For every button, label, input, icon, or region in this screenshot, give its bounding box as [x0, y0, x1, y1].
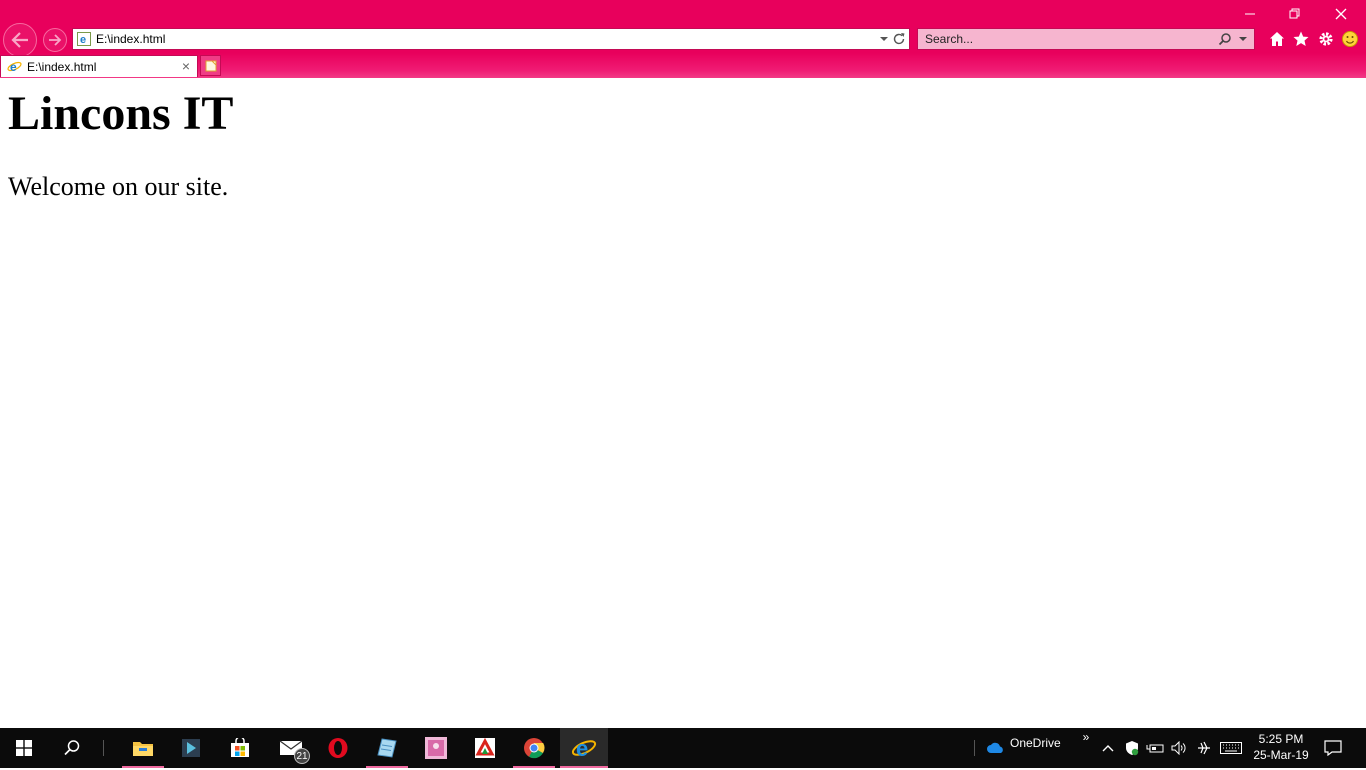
battery-icon [1146, 744, 1164, 753]
chevron-up-icon [1102, 745, 1114, 752]
mail-unread-badge: 21 [294, 748, 310, 764]
internet-explorer-icon: e [7, 60, 22, 74]
taskbar-app-notepad[interactable] [366, 728, 408, 768]
tab-close-button[interactable]: × [179, 59, 193, 73]
clock-date: 25-Mar-19 [1253, 748, 1309, 762]
refresh-icon[interactable] [892, 32, 906, 46]
settings-gear-icon[interactable] [1317, 30, 1335, 48]
page-heading: Lincons IT [8, 87, 234, 140]
action-center-button[interactable] [1318, 728, 1348, 768]
wps-icon [475, 737, 495, 758]
photo-app-icon [425, 737, 447, 759]
restore-button[interactable] [1272, 0, 1318, 28]
windows-taskbar: 21 e OneDrive » 5:25 PM 25-Mar-19 [0, 728, 1366, 768]
new-tab-icon [205, 60, 216, 71]
address-text[interactable]: E:\index.html [96, 31, 165, 47]
restore-icon [1289, 8, 1300, 19]
onedrive-tray-button[interactable]: OneDrive [986, 728, 1064, 768]
taskbar-separator [103, 740, 104, 756]
tab-title: E:\index.html [27, 60, 97, 74]
close-window-button[interactable] [1318, 0, 1364, 28]
battery-tray-button[interactable] [1145, 728, 1165, 768]
tab-index-html[interactable]: e E:\index.html × [0, 55, 198, 77]
forward-button[interactable] [43, 28, 67, 52]
defender-tray-button[interactable] [1122, 728, 1142, 768]
chevron-down-icon[interactable] [879, 33, 889, 45]
svg-text:e: e [10, 60, 17, 74]
taskbar-clock[interactable]: 5:25 PM 25-Mar-19 [1248, 731, 1314, 763]
tray-separator [974, 740, 975, 756]
svg-text:e: e [576, 736, 588, 760]
notepad-icon [377, 738, 397, 758]
home-icon[interactable] [1268, 30, 1286, 48]
search-input[interactable]: Search... [925, 31, 973, 47]
browser-chrome: e E:\index.html Search... e E:\index.htm… [0, 0, 1366, 78]
chrome-icon [524, 738, 545, 759]
clock-time: 5:25 PM [1258, 732, 1304, 746]
defender-shield-icon [1126, 741, 1139, 756]
network-icon [1198, 741, 1210, 755]
search-box[interactable]: Search... [917, 28, 1255, 50]
minimize-button[interactable] [1227, 0, 1273, 28]
start-button[interactable] [0, 728, 48, 768]
web-page-content: Lincons IT Welcome on our site. [0, 78, 1366, 728]
keyboard-tray-button[interactable] [1218, 728, 1244, 768]
onedrive-icon [987, 742, 1003, 753]
taskbar-app[interactable] [170, 728, 212, 768]
arrow-right-icon [49, 34, 62, 46]
volume-tray-button[interactable] [1169, 728, 1189, 768]
network-tray-button[interactable] [1194, 728, 1214, 768]
smiley-feedback-icon[interactable] [1341, 30, 1359, 48]
internet-explorer-icon: e [571, 736, 597, 760]
taskbar-app-wps[interactable] [464, 728, 506, 768]
chevron-down-icon[interactable] [1238, 34, 1248, 44]
start-windows-icon [16, 740, 32, 756]
close-icon [1335, 8, 1347, 20]
new-tab-button[interactable] [200, 55, 221, 76]
page-favicon-icon: e [77, 32, 91, 46]
taskbar-app-internet-explorer[interactable]: e [560, 728, 608, 768]
minimize-icon [1245, 13, 1255, 15]
opera-icon [328, 738, 348, 758]
volume-icon [1171, 741, 1186, 755]
taskbar-app-store[interactable] [219, 728, 261, 768]
app-icon [182, 739, 200, 757]
taskbar-app-file-explorer[interactable] [122, 728, 164, 768]
show-hidden-icons-button[interactable] [1098, 728, 1118, 768]
taskbar-app-chrome[interactable] [513, 728, 555, 768]
keyboard-icon [1220, 742, 1242, 754]
store-icon [231, 738, 249, 757]
taskbar-search-button[interactable] [48, 728, 96, 768]
search-icon [64, 740, 80, 756]
page-paragraph: Welcome on our site. [8, 172, 229, 201]
address-bar[interactable]: e E:\index.html [72, 28, 910, 50]
onedrive-label: OneDrive [1010, 736, 1061, 750]
svg-text:e: e [80, 34, 86, 46]
search-icon[interactable] [1218, 32, 1232, 46]
notifications-icon [1324, 740, 1342, 756]
tray-overflow-button[interactable]: » [1078, 728, 1094, 770]
file-explorer-icon [133, 742, 153, 756]
taskbar-app-photo[interactable] [415, 728, 457, 768]
arrow-left-icon [11, 32, 28, 48]
back-button[interactable] [3, 23, 37, 57]
overflow-chevrons: » [1082, 730, 1090, 744]
taskbar-app-opera[interactable] [317, 728, 359, 768]
favorites-star-icon[interactable] [1292, 30, 1310, 48]
